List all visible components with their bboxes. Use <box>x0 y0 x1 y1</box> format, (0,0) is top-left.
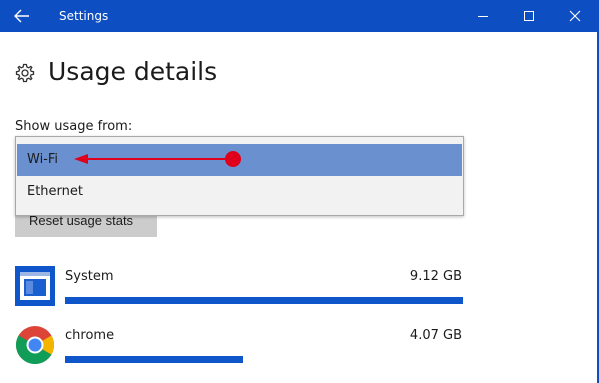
usage-bar <box>65 297 463 304</box>
option-label: Ethernet <box>27 184 83 199</box>
option-label: Wi-Fi <box>27 152 59 167</box>
dropdown-option-ethernet[interactable]: Ethernet <box>17 176 462 208</box>
show-usage-label: Show usage from: <box>15 119 133 134</box>
close-button[interactable] <box>552 0 598 32</box>
app-usage: 9.12 GB <box>409 269 462 284</box>
window-title: Settings <box>59 9 109 23</box>
page-title: Usage details <box>48 57 218 86</box>
back-arrow-icon <box>14 9 29 23</box>
app-row-chrome[interactable]: chrome 4.07 GB <box>15 325 465 375</box>
close-icon <box>569 10 581 22</box>
gear-icon <box>15 63 35 83</box>
title-bar: Settings <box>0 0 599 32</box>
back-button[interactable] <box>0 0 46 32</box>
app-name: System <box>65 269 114 284</box>
usage-bar-fill <box>65 297 463 304</box>
annotation-arrow <box>74 151 241 167</box>
minimize-icon <box>478 16 488 17</box>
chrome-icon <box>16 326 54 364</box>
maximize-button[interactable] <box>506 0 552 32</box>
usage-bar <box>65 356 463 363</box>
app-name: chrome <box>65 328 115 343</box>
app-usage: 4.07 GB <box>409 328 462 343</box>
system-app-icon <box>15 266 55 306</box>
maximize-icon <box>524 11 534 21</box>
minimize-button[interactable] <box>460 0 506 32</box>
usage-bar-fill <box>65 356 243 363</box>
app-row-system[interactable]: System 9.12 GB <box>15 266 465 316</box>
